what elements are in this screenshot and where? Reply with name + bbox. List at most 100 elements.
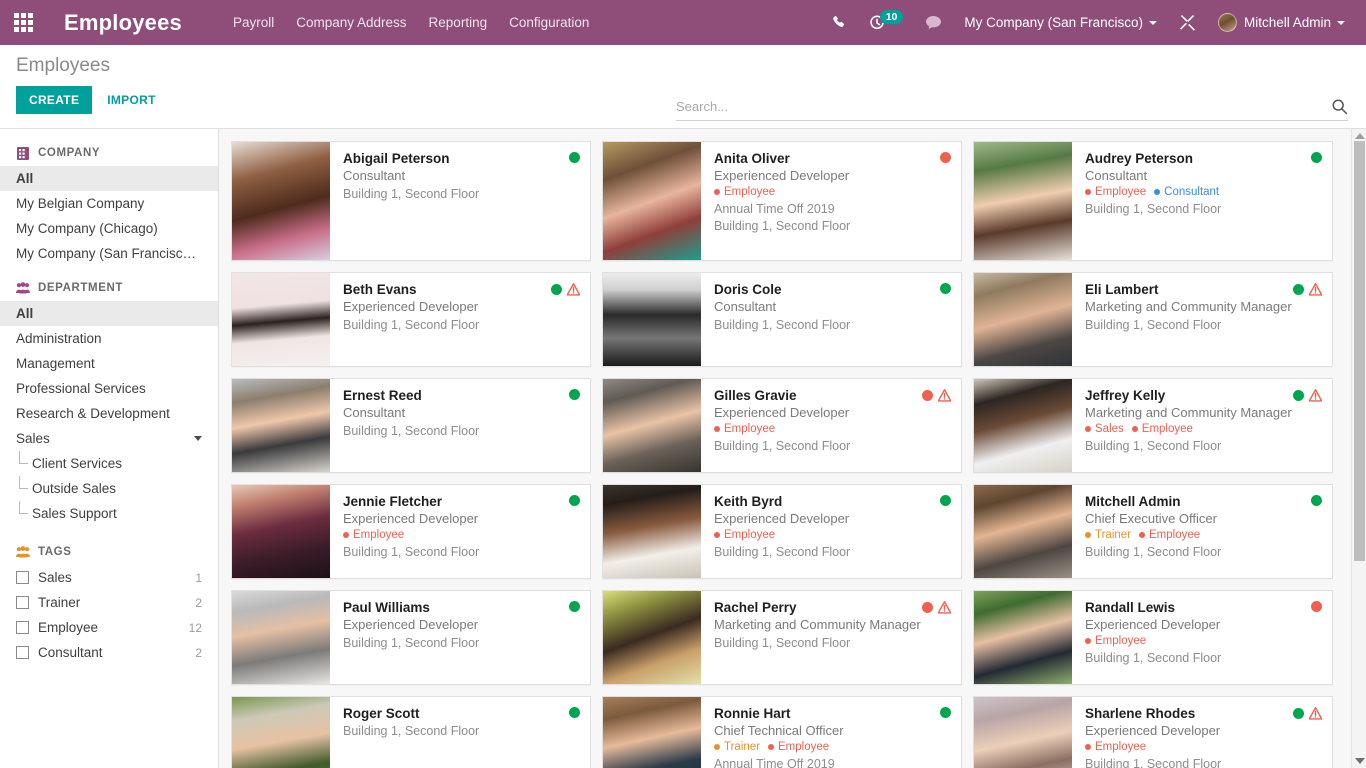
search-icon[interactable] — [1331, 98, 1348, 115]
app-brand-title[interactable]: Employees — [64, 10, 182, 36]
employee-card[interactable]: Jennie Fletcher Experienced Developer Empl… — [231, 484, 591, 579]
search-input[interactable] — [676, 97, 1331, 116]
developer-tools-button[interactable] — [1168, 0, 1207, 45]
employee-status-indicators — [1293, 707, 1322, 720]
scrollbar-thumb[interactable] — [1354, 141, 1365, 561]
chevron-down-icon[interactable] — [194, 436, 202, 441]
employee-card-body: Ernest Reed Consultant Building 1, Second … — [330, 379, 590, 472]
warning-triangle-icon[interactable] — [1309, 283, 1322, 296]
phone-button[interactable] — [821, 0, 858, 45]
status-green-dot-icon[interactable] — [940, 495, 951, 506]
create-button[interactable]: CREATE — [16, 86, 93, 114]
vertical-scrollbar[interactable] — [1351, 129, 1366, 768]
employee-tag-list: Sales Employee — [1085, 423, 1322, 435]
employee-card[interactable]: Paul Williams Experienced Developer Buildi… — [231, 590, 591, 685]
sidebar-item-department-sales-support[interactable]: Sales Support — [0, 501, 218, 526]
user-menu-button[interactable]: Mitchell Admin — [1207, 0, 1356, 45]
employee-card[interactable]: Ronnie Hart Chief Technical Officer Traine… — [602, 696, 962, 768]
sidebar-item-company-all[interactable]: All — [0, 166, 218, 191]
kanban-view: Abigail Peterson Consultant Building 1, Se… — [219, 129, 1366, 768]
employee-card[interactable]: Mitchell Admin Chief Executive Officer Tra… — [973, 484, 1333, 579]
menu-item-payroll[interactable]: Payroll — [222, 0, 285, 45]
employee-status-indicators — [569, 495, 580, 506]
sidebar-item-department-management[interactable]: Management — [0, 351, 218, 376]
sidebar-item-company-chicago[interactable]: My Company (Chicago) — [0, 216, 218, 241]
sidebar-item-department-professional-services[interactable]: Professional Services — [0, 376, 218, 401]
status-green-dot-icon[interactable] — [569, 601, 580, 612]
sidebar-item-department-sales[interactable]: Sales — [0, 426, 218, 451]
sidebar-item-company-san-francisco[interactable]: My Company (San Francisc… — [0, 241, 218, 266]
employee-tag: Employee — [1085, 186, 1146, 198]
chevron-down-icon — [1337, 20, 1345, 25]
employee-card-body: Rachel Perry Marketing and Community Mana… — [701, 591, 961, 684]
employee-tag: Consultant — [1154, 186, 1219, 198]
employee-card[interactable]: Beth Evans Experienced Developer Building … — [231, 272, 591, 367]
employee-card[interactable]: Audrey Peterson Consultant Employee Consult… — [973, 141, 1333, 261]
employee-card[interactable]: Randall Lewis Experienced Developer Employ… — [973, 590, 1333, 685]
status-green-dot-icon[interactable] — [569, 152, 580, 163]
warning-triangle-icon[interactable] — [1309, 389, 1322, 402]
sidebar-item-department-research-development[interactable]: Research & Development — [0, 401, 218, 426]
employee-name: Doris Cole — [714, 282, 782, 297]
apps-menu-button[interactable] — [0, 0, 46, 45]
employee-tag: Sales — [1085, 423, 1124, 435]
status-red-dot-icon[interactable] — [940, 152, 951, 163]
employee-status-indicators — [569, 152, 580, 163]
warning-triangle-icon[interactable] — [938, 601, 951, 614]
sidebar-tag-employee[interactable]: Employee 12 — [0, 615, 218, 640]
sidebar-tag-trainer[interactable]: Trainer 2 — [0, 590, 218, 615]
status-red-dot-icon[interactable] — [922, 602, 933, 613]
status-green-dot-icon[interactable] — [551, 284, 562, 295]
sidebar-tag-consultant[interactable]: Consultant 2 — [0, 640, 218, 665]
scroll-up-arrow-icon[interactable] — [1355, 133, 1365, 139]
checkbox[interactable] — [16, 621, 29, 634]
status-green-dot-icon[interactable] — [1293, 708, 1304, 719]
employee-card[interactable]: Ernest Reed Consultant Building 1, Second … — [231, 378, 591, 473]
import-button[interactable]: IMPORT — [98, 86, 164, 114]
checkbox[interactable] — [16, 646, 29, 659]
status-green-dot-icon[interactable] — [1293, 284, 1304, 295]
employee-status-indicators — [922, 389, 951, 402]
sidebar-item-company-belgian[interactable]: My Belgian Company — [0, 191, 218, 216]
warning-triangle-icon[interactable] — [1309, 707, 1322, 720]
menu-item-configuration[interactable]: Configuration — [498, 0, 600, 45]
warning-triangle-icon[interactable] — [938, 389, 951, 402]
status-green-dot-icon[interactable] — [940, 707, 951, 718]
building-icon — [16, 146, 30, 160]
sidebar-item-department-client-services[interactable]: Client Services — [0, 451, 218, 476]
employee-card[interactable]: Eli Lambert Marketing and Community Manag… — [973, 272, 1333, 367]
employee-card[interactable]: Anita Oliver Experienced Developer Employe… — [602, 141, 962, 261]
employee-card[interactable]: Gilles Gravie Experienced Developer Employ… — [602, 378, 962, 473]
status-green-dot-icon[interactable] — [1293, 390, 1304, 401]
warning-triangle-icon[interactable] — [567, 283, 580, 296]
status-red-dot-icon[interactable] — [922, 390, 933, 401]
activity-menu-button[interactable]: 10 — [858, 0, 915, 45]
messaging-menu-button[interactable] — [914, 0, 953, 45]
sidebar-item-department-administration[interactable]: Administration — [0, 326, 218, 351]
sidebar-item-department-all[interactable]: All — [0, 301, 218, 326]
status-green-dot-icon[interactable] — [569, 389, 580, 400]
status-green-dot-icon[interactable] — [940, 283, 951, 294]
employee-card[interactable]: Roger Scott Building 1, Second Floor — [231, 696, 591, 768]
checkbox[interactable] — [16, 596, 29, 609]
employee-card[interactable]: Keith Byrd Experienced Developer Employee B… — [602, 484, 962, 579]
status-green-dot-icon[interactable] — [1311, 495, 1322, 506]
employee-tag-label: Trainer — [1095, 529, 1131, 541]
status-green-dot-icon[interactable] — [569, 495, 580, 506]
employee-card[interactable]: Sharlene Rhodes Experienced Developer Empl… — [973, 696, 1333, 768]
status-green-dot-icon[interactable] — [1311, 152, 1322, 163]
scroll-down-arrow-icon[interactable] — [1355, 758, 1365, 764]
employee-card[interactable]: Jeffrey Kelly Marketing and Community Man… — [973, 378, 1333, 473]
kanban-card-grid: Abigail Peterson Consultant Building 1, Se… — [231, 141, 1356, 768]
employee-card[interactable]: Doris Cole Consultant Building 1, Second F… — [602, 272, 962, 367]
employee-card[interactable]: Rachel Perry Marketing and Community Mana… — [602, 590, 962, 685]
menu-item-reporting[interactable]: Reporting — [418, 0, 499, 45]
checkbox[interactable] — [16, 571, 29, 584]
sidebar-tag-sales[interactable]: Sales 1 — [0, 565, 218, 590]
menu-item-company-address[interactable]: Company Address — [285, 0, 417, 45]
sidebar-item-department-outside-sales[interactable]: Outside Sales — [0, 476, 218, 501]
status-green-dot-icon[interactable] — [569, 707, 580, 718]
company-switcher[interactable]: My Company (San Francisco) — [953, 0, 1168, 45]
employee-card[interactable]: Abigail Peterson Consultant Building 1, Se… — [231, 141, 591, 261]
status-red-dot-icon[interactable] — [1311, 601, 1322, 612]
